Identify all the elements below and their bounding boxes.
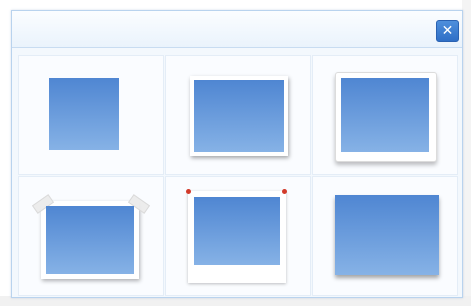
style-option-white-border[interactable]	[165, 55, 311, 175]
background-edge	[462, 0, 471, 306]
style-option-drop-shadow[interactable]	[312, 176, 458, 296]
style-option-pinned[interactable]	[165, 176, 311, 296]
style-grid	[18, 55, 458, 296]
close-icon: ✕	[441, 23, 454, 39]
photo-thumbnail	[341, 78, 429, 152]
picture-style-dialog: ✕	[11, 10, 463, 298]
photo-thumbnail	[335, 195, 439, 275]
dialog-titlebar: ✕	[12, 11, 462, 48]
style-option-plain[interactable]	[18, 55, 164, 175]
pin-icon	[186, 189, 191, 194]
photo-thumbnail	[194, 80, 284, 152]
photo-thumbnail	[194, 197, 280, 265]
pin-icon	[282, 189, 287, 194]
photo-thumbnail	[46, 206, 134, 274]
style-option-taped[interactable]	[18, 176, 164, 296]
screen: ✕	[0, 0, 471, 306]
close-button[interactable]: ✕	[436, 20, 459, 42]
style-option-curled-border[interactable]	[312, 55, 458, 175]
photo-thumbnail	[49, 78, 119, 150]
